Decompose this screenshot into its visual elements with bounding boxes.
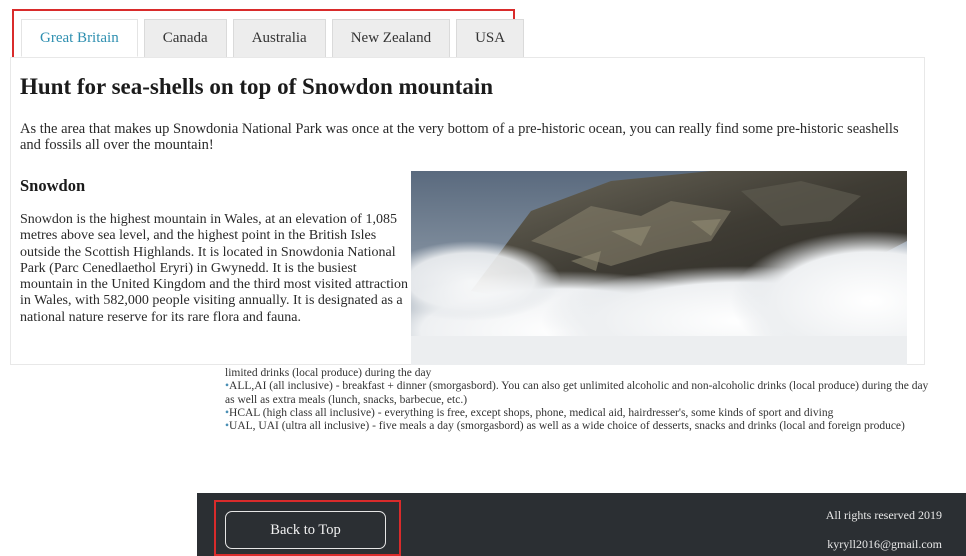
mountain-photo xyxy=(411,171,907,365)
meal-plan-item: •HCAL (high class all inclusive) - every… xyxy=(225,407,940,420)
section-title: Snowdon xyxy=(20,176,86,195)
meal-plan-high-class: HCAL (high class all inclusive) - everyt… xyxy=(229,406,834,419)
copyright-text: All rights reserved 2019 xyxy=(825,508,942,522)
tab-australia[interactable]: Australia xyxy=(232,19,326,57)
article-title: Hunt for sea-shells on top of Snowdon mo… xyxy=(20,74,494,99)
meal-plan-ultra: UAL, UAI (ultra all inclusive) - five me… xyxy=(229,420,905,433)
tab-new-zealand[interactable]: New Zealand xyxy=(331,19,451,57)
meal-plans-text: limited drinks (local produce) during th… xyxy=(225,367,940,433)
meal-plan-all-inclusive: ALL,AI (all inclusive) - breakfast + din… xyxy=(225,380,929,406)
tab-great-britain[interactable]: Great Britain xyxy=(21,19,138,57)
meal-plan-item: •ALL,AI (all inclusive) - breakfast + di… xyxy=(225,380,940,407)
meal-plan-line: limited drinks (local produce) during th… xyxy=(225,367,432,379)
tab-canada[interactable]: Canada xyxy=(143,19,227,57)
article-intro: As the area that makes up Snowdonia Nati… xyxy=(20,121,899,153)
section-text: Snowdon is the highest mountain in Wales… xyxy=(20,212,409,325)
country-tabs: Great Britain Canada Australia New Zeala… xyxy=(21,19,525,57)
tab-usa[interactable]: USA xyxy=(456,19,525,57)
page: Great Britain Canada Australia New Zeala… xyxy=(0,0,966,556)
back-to-top-button[interactable]: Back to Top xyxy=(225,511,386,549)
meal-plan-item: •UAL, UAI (ultra all inclusive) - five m… xyxy=(225,420,940,433)
contact-email[interactable]: kyryll2016@gmail.com xyxy=(827,537,942,552)
